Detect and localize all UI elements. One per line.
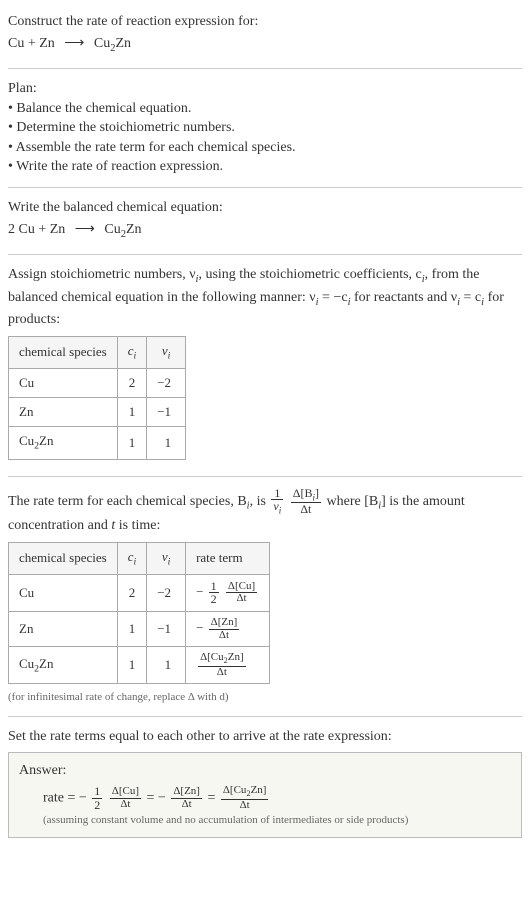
rate-term-table: chemical species ci νi rate term Cu 2 −2… bbox=[8, 542, 270, 685]
bal-rhs-a: Cu bbox=[104, 222, 120, 237]
unbalanced-equation: Cu + Zn ⟶ Cu2Zn bbox=[8, 34, 522, 56]
bal-rhs-b: Zn bbox=[126, 222, 142, 237]
col-nui: νi bbox=[147, 336, 186, 368]
plan-item: • Balance the chemical equation. bbox=[8, 99, 522, 119]
plan-section: Plan: • Balance the chemical equation. •… bbox=[8, 73, 522, 183]
col-ci: ci bbox=[117, 336, 147, 368]
plan-item: • Determine the stoichiometric numbers. bbox=[8, 118, 522, 138]
balanced-intro: Write the balanced chemical equation: bbox=[8, 198, 522, 218]
table-row: Cu 2 −2 bbox=[9, 368, 186, 397]
final-section: Set the rate terms equal to each other t… bbox=[8, 721, 522, 844]
table-header-row: chemical species ci νi rate term bbox=[9, 542, 270, 574]
rate-expression: rate = − 1 2 Δ[Cu] Δt = − Δ[Zn] Δt = Δ[C… bbox=[43, 785, 511, 811]
frac-one-over-nu: 1 νi bbox=[269, 487, 285, 516]
answer-box: Answer: rate = − 1 2 Δ[Cu] Δt = − Δ[Zn] … bbox=[8, 752, 522, 837]
table-row: Cu2Zn 1 1 bbox=[9, 427, 186, 459]
rate-term-cell: − Δ[Zn] Δt bbox=[186, 611, 270, 646]
rate-term-section: The rate term for each chemical species,… bbox=[8, 481, 522, 712]
answer-heading: Answer: bbox=[19, 761, 511, 781]
eq-rhs-a: Cu bbox=[94, 36, 110, 51]
stoich-table: chemical species ci νi Cu 2 −2 Zn 1 −1 C… bbox=[8, 336, 186, 460]
divider bbox=[8, 716, 522, 717]
eq-lhs: Cu + Zn bbox=[8, 36, 55, 51]
arrow-icon: ⟶ bbox=[69, 222, 101, 237]
divider bbox=[8, 68, 522, 69]
table-row: Zn 1 −1 − Δ[Zn] Δt bbox=[9, 611, 270, 646]
col-nui: νi bbox=[147, 542, 186, 574]
balanced-section: Write the balanced chemical equation: 2 … bbox=[8, 192, 522, 250]
plan-item: • Write the rate of reaction expression. bbox=[8, 157, 522, 177]
table-row: Cu2Zn 1 1 Δ[Cu2Zn] Δt bbox=[9, 647, 270, 684]
stoich-intro: Assign stoichiometric numbers, νi, using… bbox=[8, 265, 522, 330]
frac-dB-dt: Δ[Bi] Δt bbox=[289, 487, 323, 516]
eq-rhs-b: Zn bbox=[115, 36, 131, 51]
table-row: Cu 2 −2 − 1 2 Δ[Cu] Δt bbox=[9, 574, 270, 611]
divider bbox=[8, 187, 522, 188]
arrow-icon: ⟶ bbox=[58, 36, 90, 51]
problem-prompt: Construct the rate of reaction expressio… bbox=[8, 12, 522, 32]
col-species: chemical species bbox=[9, 336, 118, 368]
plan-item: • Assemble the rate term for each chemic… bbox=[8, 138, 522, 158]
rate-term-intro: The rate term for each chemical species,… bbox=[8, 487, 522, 536]
rate-term-cell: − 1 2 Δ[Cu] Δt bbox=[186, 574, 270, 611]
rate-term-cell: Δ[Cu2Zn] Δt bbox=[186, 647, 270, 684]
col-ci: ci bbox=[117, 542, 147, 574]
col-species: chemical species bbox=[9, 542, 118, 574]
infinitesimal-note: (for infinitesimal rate of change, repla… bbox=[8, 690, 522, 705]
col-rate-term: rate term bbox=[186, 542, 270, 574]
problem-header: Construct the rate of reaction expressio… bbox=[8, 6, 522, 64]
assumption-note: (assuming constant volume and no accumul… bbox=[43, 813, 511, 828]
plan-title: Plan: bbox=[8, 79, 522, 99]
balanced-equation: 2 Cu + Zn ⟶ Cu2Zn bbox=[8, 220, 522, 242]
table-header-row: chemical species ci νi bbox=[9, 336, 186, 368]
stoich-section: Assign stoichiometric numbers, νi, using… bbox=[8, 259, 522, 471]
table-row: Zn 1 −1 bbox=[9, 398, 186, 427]
divider bbox=[8, 476, 522, 477]
divider bbox=[8, 254, 522, 255]
bal-lhs: 2 Cu + Zn bbox=[8, 222, 65, 237]
final-intro: Set the rate terms equal to each other t… bbox=[8, 727, 522, 747]
